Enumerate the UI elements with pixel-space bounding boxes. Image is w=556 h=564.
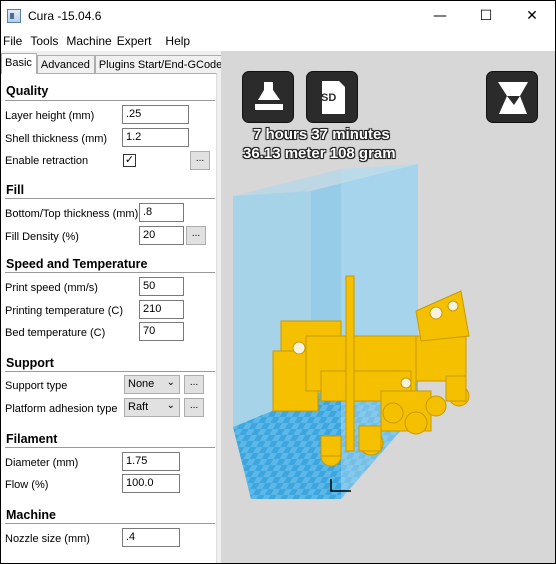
- load-model-button[interactable]: [242, 71, 294, 123]
- menu-tools[interactable]: Tools: [28, 34, 62, 48]
- shell-thickness-input[interactable]: 1.2: [122, 128, 189, 147]
- section-divider: [5, 272, 215, 273]
- layer-height-input[interactable]: .25: [122, 105, 189, 124]
- section-divider: [5, 523, 215, 524]
- sd-label: SD: [321, 92, 337, 104]
- diameter-label: Diameter (mm): [5, 457, 79, 469]
- section-support-title: Support: [6, 356, 54, 370]
- bottom-top-thickness-label: Bottom/Top thickness (mm): [5, 208, 139, 220]
- maximize-button[interactable]: ☐: [463, 1, 509, 31]
- title-bar: Cura -15.04.6 — ☐ ✕: [1, 1, 555, 31]
- layer-height-label: Layer height (mm): [5, 110, 95, 122]
- window-title: Cura -15.04.6: [28, 9, 102, 23]
- chevron-down-icon: ⌄: [166, 400, 175, 411]
- basic-tab-page: Quality Layer height (mm) .25 Shell thic…: [1, 73, 217, 563]
- settings-tabs: Basic Advanced Plugins Start/End-GCode: [1, 53, 228, 74]
- cura-app-icon: [7, 9, 21, 23]
- diameter-input[interactable]: 1.75: [122, 452, 180, 471]
- fill-density-input[interactable]: 20: [139, 226, 184, 245]
- tab-advanced[interactable]: Advanced: [36, 55, 95, 74]
- menu-machine[interactable]: Machine: [64, 34, 114, 48]
- menu-expert[interactable]: Expert: [115, 34, 156, 48]
- close-button[interactable]: ✕: [509, 1, 555, 31]
- view-mode-icon: [498, 82, 528, 114]
- load-model-icon: [255, 82, 283, 110]
- section-divider: [5, 100, 215, 101]
- enable-retraction-label: Enable retraction: [5, 155, 89, 167]
- enable-retraction-checkbox[interactable]: ✓: [123, 154, 136, 167]
- print-time-text: 7 hours 37 minutes: [253, 126, 390, 143]
- section-divider: [5, 198, 215, 199]
- section-machine-title: Machine: [6, 508, 57, 522]
- printing-temperature-input[interactable]: 210: [139, 300, 184, 319]
- support-type-value: None: [128, 378, 155, 390]
- support-settings-button[interactable]: ...: [184, 375, 204, 394]
- retraction-settings-button[interactable]: ...: [190, 151, 210, 170]
- tab-basic[interactable]: Basic: [1, 53, 37, 74]
- platform-adhesion-label: Platform adhesion type: [5, 403, 118, 415]
- bed-temperature-input[interactable]: 70: [139, 322, 184, 341]
- 3d-viewport[interactable]: SD 7 hours 37 minutes 36.13 meter 108 gr…: [221, 51, 555, 563]
- menu-help[interactable]: Help: [163, 34, 194, 48]
- tab-plugins[interactable]: Plugins: [94, 55, 138, 74]
- bed-temperature-label: Bed temperature (C): [5, 327, 106, 339]
- print-speed-label: Print speed (mm/s): [5, 282, 98, 294]
- support-type-select[interactable]: None ⌄: [124, 375, 180, 394]
- menu-file[interactable]: File: [1, 34, 26, 48]
- view-mode-button[interactable]: [486, 71, 538, 123]
- section-filament-title: Filament: [6, 432, 58, 446]
- printing-temperature-label: Printing temperature (C): [5, 305, 123, 317]
- flow-input[interactable]: 100.0: [122, 474, 180, 493]
- section-fill-title: Fill: [6, 183, 25, 197]
- fill-settings-button[interactable]: ...: [186, 226, 206, 245]
- nozzle-size-label: Nozzle size (mm): [5, 533, 90, 545]
- chevron-down-icon: ⌄: [166, 377, 175, 388]
- section-speed-title: Speed and Temperature: [6, 257, 148, 271]
- menu-bar: File Tools Machine Expert Help: [1, 31, 555, 51]
- adhesion-settings-button[interactable]: ...: [184, 398, 204, 417]
- section-divider: [5, 371, 215, 372]
- section-quality-title: Quality: [6, 84, 49, 98]
- settings-panel: Basic Advanced Plugins Start/End-GCode Q…: [1, 51, 228, 563]
- platform-adhesion-select[interactable]: Raft ⌄: [124, 398, 180, 417]
- support-type-label: Support type: [5, 380, 68, 392]
- platform-adhesion-value: Raft: [128, 401, 149, 413]
- minimize-button[interactable]: —: [417, 1, 463, 31]
- shell-thickness-label: Shell thickness (mm): [5, 133, 108, 145]
- flow-label: Flow (%): [5, 479, 49, 491]
- window-controls: — ☐ ✕: [417, 1, 555, 31]
- save-to-sd-button[interactable]: SD: [306, 71, 358, 123]
- cura-window: Cura -15.04.6 — ☐ ✕ File Tools Machine E…: [0, 0, 556, 564]
- section-divider: [5, 447, 215, 448]
- fill-density-label: Fill Density (%): [5, 231, 79, 243]
- print-material-text: 36.13 meter 108 gram: [243, 145, 396, 162]
- tab-start-end-gcode[interactable]: Start/End-GCode: [137, 55, 228, 74]
- print-speed-input[interactable]: 50: [139, 277, 184, 296]
- nozzle-size-input[interactable]: .4: [122, 528, 180, 547]
- bottom-top-thickness-input[interactable]: .8: [139, 203, 184, 222]
